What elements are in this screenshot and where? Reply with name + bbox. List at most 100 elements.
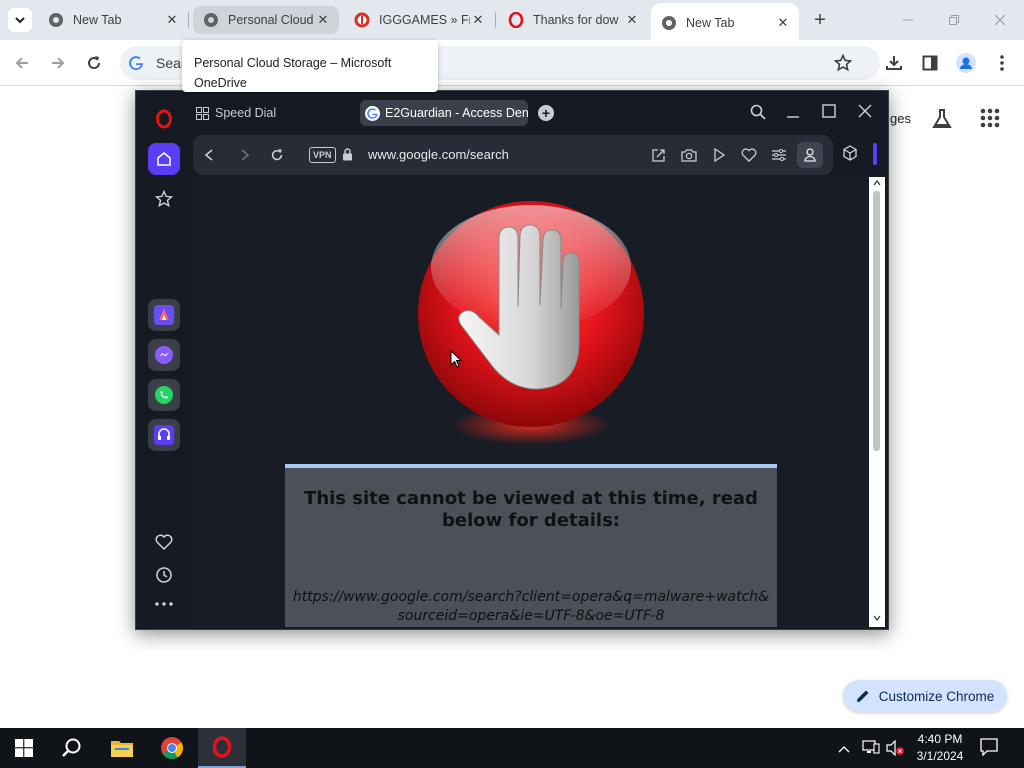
volume-button[interactable] [886,739,906,757]
opera-minimize-button[interactable] [786,104,804,122]
show-hidden-icons-button[interactable] [838,740,854,756]
heart-icon [155,534,173,550]
forward-button[interactable] [46,51,70,75]
taskbar-search-button[interactable] [48,728,96,768]
opera-close-button[interactable] [858,104,876,122]
player-button[interactable] [709,145,729,165]
labs-button[interactable] [930,107,954,131]
opera-addressbar: VPN www.google.com/search [193,135,833,175]
sidebar-whatsapp-button[interactable] [148,379,180,411]
lock-icon[interactable] [342,148,354,162]
taskbar-chrome[interactable] [148,728,196,768]
history-clock-icon [156,567,172,583]
bookmark-star-icon[interactable] [834,54,852,72]
opera-tabbar: Speed Dial E2Guardian - Access Deni + [188,91,888,135]
windows-taskbar: 4:40 PM 3/1/2024 [0,728,1024,768]
start-button[interactable] [0,728,48,768]
blocked-url: https://www.google.com/search?client=ope… [285,588,777,626]
mouse-cursor-icon [450,349,463,373]
add-bookmark-button[interactable] [739,145,759,165]
maximize-icon [822,104,836,118]
opera-sidebar [136,91,188,629]
google-apps-button[interactable] [980,108,1002,130]
taskbar-file-explorer[interactable] [98,728,146,768]
share-button[interactable] [649,145,669,165]
google-g-icon [129,56,143,71]
minimize-icon [903,19,913,21]
opera-icon [508,12,524,28]
easy-setup-button[interactable] [769,145,789,165]
chrome-menu-button[interactable] [990,51,1014,75]
chrome-tabstrip: New Tab ✕ Personal Cloud ✕ IGGGAMES » Fr… [0,0,1024,40]
network-button[interactable] [862,740,880,756]
opera-menu-button[interactable] [148,103,180,135]
scrollbar-thumb[interactable] [873,191,880,451]
tab-search-button[interactable] [8,8,32,32]
sidebar-home-button[interactable] [148,143,180,175]
back-button[interactable] [10,51,34,75]
opera-forward-button[interactable] [235,145,255,165]
sidebar-aria-button[interactable] [148,299,180,331]
snapshot-button[interactable] [679,145,699,165]
opera-new-tab-button[interactable]: + [538,105,554,121]
tab-title: New Tab [73,13,122,27]
close-window-button[interactable] [982,8,1018,32]
chrome-tab-new-tab-active[interactable]: New Tab ✕ [651,3,799,40]
profile-button[interactable] [954,51,978,75]
side-panel-icon [922,55,938,71]
action-center-button[interactable] [980,738,1002,758]
page-scrollbar[interactable] [869,177,885,627]
close-icon[interactable]: ✕ [775,15,791,31]
sidebar-more-button[interactable] [148,588,180,620]
sidebar-bookmarks-button[interactable] [148,183,180,215]
heart-icon [741,148,757,162]
clock-date: 3/1/2024 [916,749,964,763]
close-icon[interactable]: ✕ [315,12,331,28]
close-icon[interactable]: ✕ [624,12,640,28]
more-vertical-icon [1000,55,1004,71]
close-icon[interactable]: ✕ [470,12,486,28]
share-icon [652,149,665,162]
restore-button[interactable] [936,8,972,32]
opera-maximize-button[interactable] [822,104,840,122]
side-panel-button[interactable] [918,51,942,75]
tab-title: New Tab [686,16,735,30]
reload-button[interactable] [82,51,106,75]
chrome-tab-thanks-for-download[interactable]: Thanks for dow ✕ [498,6,648,34]
tab-title: Speed Dial [215,106,277,120]
block-message-panel: This site cannot be viewed at this time,… [285,464,777,627]
opera-url-field[interactable]: www.google.com/search [368,147,509,162]
opera-back-button[interactable] [199,145,219,165]
downloads-button[interactable] [882,51,906,75]
chrome-tab-personal-cloud[interactable]: Personal Cloud ✕ [193,6,339,34]
reload-icon [271,148,283,161]
flask-icon [932,109,952,128]
reload-icon [88,56,101,70]
chrome-tab-igggames[interactable]: IGGGAMES » Fr ✕ [344,6,494,34]
chrome-tab-new-tab-1[interactable]: New Tab ✕ [38,6,188,34]
avatar-icon [956,53,976,73]
images-link[interactable]: ges [890,111,911,126]
opera-tab-speed-dial[interactable]: Speed Dial [196,103,276,123]
opera-reload-button[interactable] [267,145,287,165]
windows-logo-icon [15,739,33,757]
opera-search-tabs-button[interactable] [750,104,768,122]
profile-button[interactable] [797,142,823,168]
chrome-icon [49,13,63,27]
sidebar-music-button[interactable] [148,419,180,451]
taskbar-opera[interactable] [198,728,246,768]
extensions-button[interactable] [842,145,862,165]
close-icon[interactable]: ✕ [164,12,180,28]
new-tab-button[interactable]: + [808,8,832,32]
opera-tab-e2guardian[interactable]: E2Guardian - Access Deni [360,100,528,126]
tab-tooltip: Personal Cloud Storage – Microsoft OneDr… [182,40,438,92]
vpn-badge[interactable]: VPN [309,147,336,163]
download-icon [886,56,902,70]
sidebar-history-button[interactable] [148,559,180,591]
customize-chrome-button[interactable]: Customize Chrome [843,680,1007,712]
sidebar-messenger-button[interactable] [148,339,180,371]
sidebar-favorites-button[interactable] [148,526,180,558]
search-icon [750,104,766,120]
taskbar-clock[interactable]: 4:40 PM 3/1/2024 [912,731,968,765]
minimize-button[interactable] [890,8,926,32]
